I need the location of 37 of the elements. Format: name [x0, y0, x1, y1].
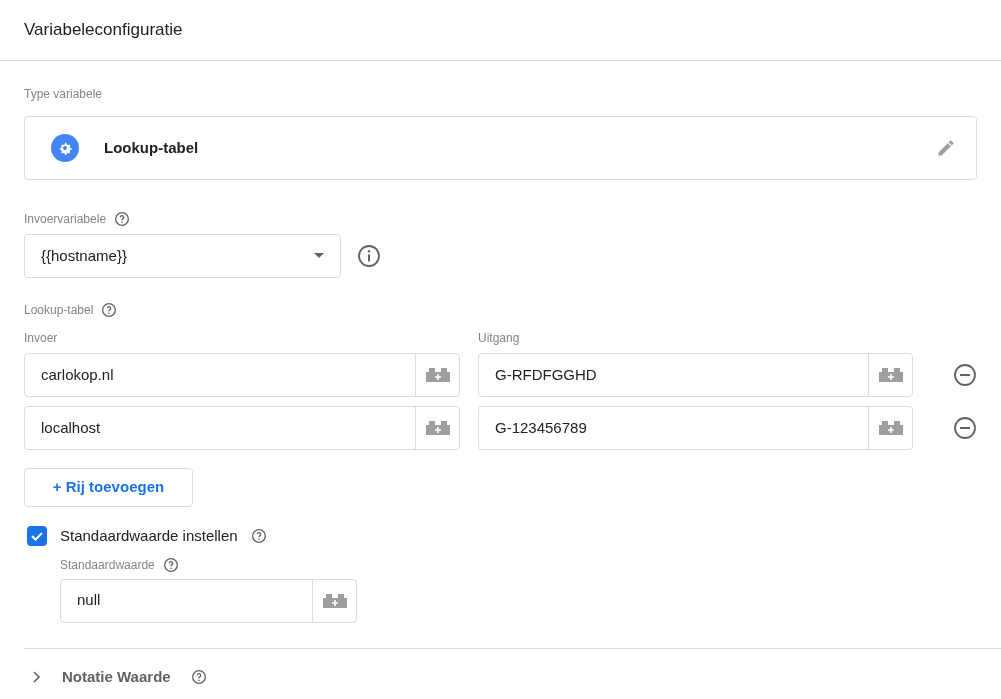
column-header: Invoer [24, 330, 59, 347]
brick-plus-icon [425, 421, 450, 435]
input-field[interactable]: null [60, 578, 357, 623]
remove-row-icon[interactable] [953, 416, 977, 440]
input-field[interactable]: carlokop.nl [24, 353, 460, 397]
help-icon[interactable] [114, 211, 131, 227]
variable-type-name: Lookup-tabel [104, 137, 199, 158]
check-icon [30, 529, 44, 544]
help-icon[interactable] [190, 668, 207, 685]
gear-icon [51, 134, 79, 162]
info-icon[interactable] [357, 244, 381, 268]
help-icon[interactable] [250, 528, 267, 545]
brick-plus-icon [322, 593, 347, 608]
brick-plus-icon [878, 368, 903, 382]
chevron-right-icon[interactable] [32, 670, 42, 683]
brick-plus-icon [425, 368, 450, 382]
input-field[interactable]: localhost [24, 406, 460, 450]
add-row-button[interactable]: + Rij toevoegen [24, 468, 193, 507]
panel-title: Variabeleconfiguratie [24, 19, 183, 42]
input-field[interactable]: G-RFDFGGHD [478, 353, 913, 397]
checkbox[interactable] [27, 526, 47, 547]
column-header: Uitgang [478, 330, 520, 347]
remove-row-icon[interactable] [953, 363, 977, 387]
field-label: Lookup-tabel [24, 302, 94, 319]
help-icon[interactable] [101, 302, 118, 318]
section-title[interactable]: Notatie Waarde [62, 665, 171, 688]
field-label: Standaardwaarde [60, 556, 155, 574]
field-label: Type variabele [24, 86, 104, 103]
checkbox-label: Standaardwaarde instellen [60, 526, 238, 546]
variable-dropdown[interactable]: {{hostname}} [24, 234, 341, 278]
variable-type-card[interactable]: Lookup-tabel [24, 116, 977, 180]
input-field[interactable]: G-123456789 [478, 406, 913, 450]
caret-icon [314, 253, 324, 259]
field-label: Invoervariabele [24, 211, 107, 228]
brick-plus-icon [878, 421, 903, 435]
help-icon[interactable] [162, 556, 179, 573]
pencil-icon[interactable] [936, 138, 956, 158]
